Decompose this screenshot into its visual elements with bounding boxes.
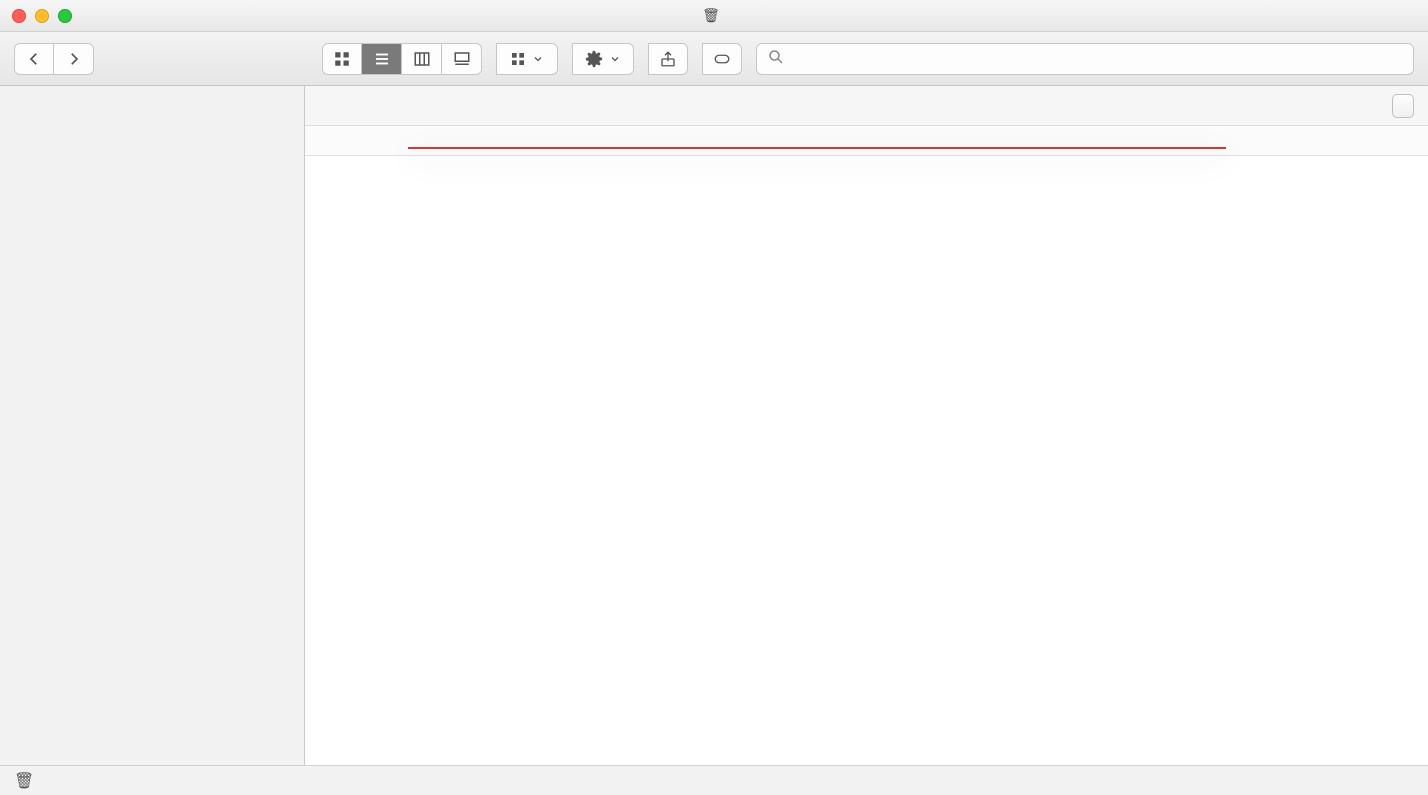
- back-button[interactable]: [14, 43, 54, 75]
- window-title: 🗑: [0, 7, 1428, 24]
- titlebar: 🗑: [0, 0, 1428, 32]
- view-mode-buttons: [322, 43, 482, 75]
- action-button[interactable]: [572, 43, 634, 75]
- path-bar: 🗑: [0, 765, 1428, 795]
- tag-button[interactable]: [702, 43, 742, 75]
- list-view-button[interactable]: [362, 43, 402, 75]
- content-area: [305, 86, 1428, 765]
- search-field[interactable]: [756, 43, 1414, 75]
- context-menu: [408, 147, 1226, 149]
- group-by-button[interactable]: [496, 43, 558, 75]
- search-icon: [767, 48, 785, 69]
- action-button-group: [572, 43, 634, 75]
- share-button[interactable]: [648, 43, 688, 75]
- empty-trash-button[interactable]: [1392, 94, 1414, 118]
- gallery-view-button[interactable]: [442, 43, 482, 75]
- sidebar: [0, 86, 305, 765]
- file-list: [305, 156, 1428, 765]
- content-header: [305, 86, 1428, 126]
- nav-buttons: [14, 43, 94, 75]
- column-headers[interactable]: [305, 126, 1428, 156]
- icon-view-button[interactable]: [322, 43, 362, 75]
- column-view-button[interactable]: [402, 43, 442, 75]
- search-input[interactable]: [793, 49, 1403, 69]
- trash-icon: 🗑: [14, 771, 34, 791]
- toolbar: [0, 32, 1428, 86]
- trash-icon: 🗑: [702, 7, 720, 24]
- forward-button[interactable]: [54, 43, 94, 75]
- group-by-button-group: [496, 43, 558, 75]
